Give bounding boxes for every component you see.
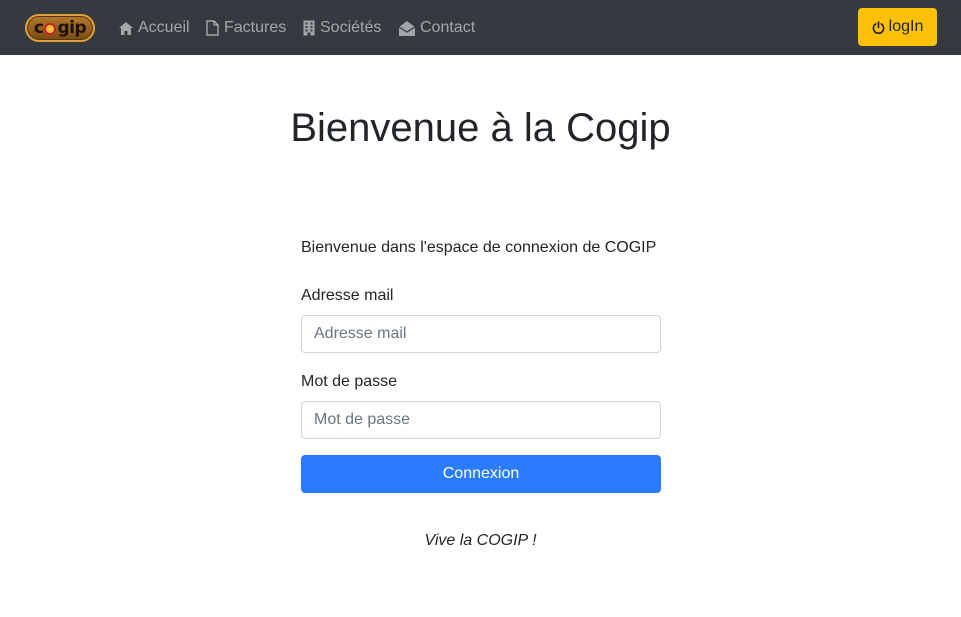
document-icon <box>206 20 219 36</box>
connexion-button[interactable]: Connexion <box>301 455 661 493</box>
cogip-logo[interactable]: c gip <box>25 14 95 42</box>
login-button[interactable]: logIn <box>858 8 937 46</box>
power-icon <box>872 20 885 34</box>
footer-note: Vive la COGIP ! <box>424 532 537 549</box>
building-icon <box>303 20 315 36</box>
page-title: Bienvenue à la Cogip <box>290 106 671 150</box>
password-label: Mot de passe <box>301 373 398 390</box>
nav-link-label: Factures <box>224 19 287 36</box>
nav-link-societes[interactable]: Sociétés <box>303 17 381 39</box>
nav-link-contact[interactable]: Contact <box>399 17 475 39</box>
email-label: Adresse mail <box>301 287 394 304</box>
nav-link-accueil[interactable]: Accueil <box>119 17 190 39</box>
top-navbar: c gip Accueil Factures Sociétés Contact … <box>0 0 961 55</box>
intro-text: Bienvenue dans l'espace de connexion de … <box>301 239 657 256</box>
nav-link-label: Contact <box>420 19 476 36</box>
password-field[interactable] <box>301 401 661 439</box>
home-icon <box>119 21 133 35</box>
envelope-open-icon <box>399 20 415 36</box>
nav-link-label: Sociétés <box>320 19 382 36</box>
login-button-label: logIn <box>888 18 924 35</box>
nav-link-factures[interactable]: Factures <box>206 17 286 39</box>
nav-link-label: Accueil <box>138 19 190 36</box>
email-field[interactable] <box>301 315 661 353</box>
